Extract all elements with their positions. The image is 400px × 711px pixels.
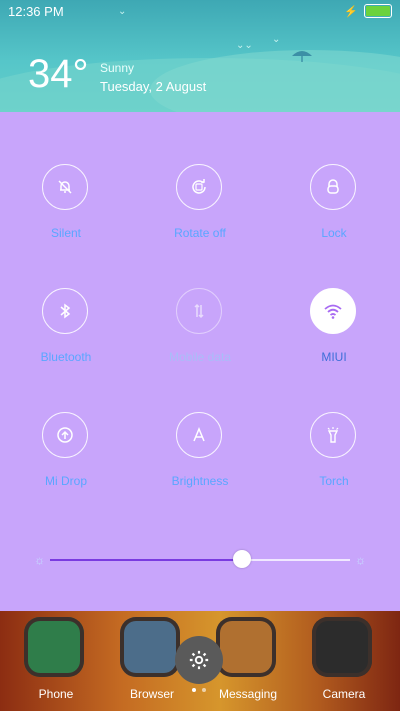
charging-icon: ⚡ bbox=[344, 5, 358, 18]
page-indicator bbox=[192, 688, 206, 692]
status-time: 12:36 PM bbox=[8, 4, 64, 19]
bird-icon: ⌄ bbox=[272, 34, 281, 45]
bird-icon: ⌄⌄ bbox=[236, 40, 253, 51]
app-label: Phone bbox=[38, 687, 74, 701]
temperature: 34° bbox=[28, 52, 89, 96]
camera-icon bbox=[312, 617, 372, 677]
app-label: Browser bbox=[129, 687, 174, 701]
bluetooth-icon bbox=[42, 288, 88, 334]
toggle-label: Torch bbox=[319, 474, 349, 488]
toggle-silent[interactable]: Silent bbox=[6, 164, 126, 260]
wifi-icon bbox=[310, 288, 356, 334]
toggle-rotate[interactable]: Rotate off bbox=[140, 164, 260, 260]
umbrella-icon bbox=[292, 51, 312, 62]
browser-icon bbox=[120, 617, 180, 677]
settings-button[interactable] bbox=[175, 636, 223, 684]
page-dot bbox=[202, 688, 206, 692]
rotate-icon bbox=[176, 164, 222, 210]
gear-icon bbox=[189, 650, 209, 670]
lock-icon bbox=[310, 164, 356, 210]
weather-condition: Sunny bbox=[100, 61, 135, 75]
phone-icon bbox=[24, 617, 84, 677]
toggle-brightness[interactable]: Brightness bbox=[140, 412, 260, 508]
messaging-icon bbox=[216, 617, 276, 677]
slider-thumb[interactable] bbox=[233, 550, 251, 568]
toggle-label: Brightness bbox=[171, 474, 229, 488]
brightness-high-icon: ☼ bbox=[355, 553, 366, 567]
toggle-mobile-data[interactable]: Mobile data bbox=[140, 288, 260, 384]
toggle-label: Silent bbox=[50, 226, 82, 240]
page-dot bbox=[192, 688, 196, 692]
toggle-lock[interactable]: Lock bbox=[274, 164, 394, 260]
bell-off-icon bbox=[42, 164, 88, 210]
toggle-label: Lock bbox=[321, 226, 347, 240]
toggle-wifi[interactable]: MIUI bbox=[274, 288, 394, 384]
app-label: Camera bbox=[322, 687, 366, 701]
toggle-label: MIUI bbox=[321, 350, 347, 364]
date: Tuesday, 2 August bbox=[100, 79, 207, 94]
toggle-mi-drop[interactable]: Mi Drop bbox=[6, 412, 126, 508]
toggle-label: Mobile data bbox=[168, 350, 232, 364]
app-label: Messaging bbox=[218, 687, 278, 701]
battery-icon bbox=[364, 4, 392, 18]
status-icons: ⚡ bbox=[344, 4, 392, 18]
status-bar: 12:36 PM ⚡ bbox=[0, 0, 400, 22]
brightness-auto-icon bbox=[176, 412, 222, 458]
mobile-data-icon bbox=[176, 288, 222, 334]
toggle-torch[interactable]: Torch bbox=[274, 412, 394, 508]
toggle-label: Mi Drop bbox=[44, 474, 87, 488]
slider-fill bbox=[50, 559, 242, 561]
mi-drop-icon bbox=[42, 412, 88, 458]
brightness-low-icon: ☼ bbox=[34, 553, 45, 567]
toggle-label: Rotate off bbox=[174, 226, 226, 240]
toggle-bluetooth[interactable]: Bluetooth bbox=[6, 288, 126, 384]
brightness-slider[interactable]: ☼ ☼ bbox=[30, 548, 370, 572]
torch-icon bbox=[310, 412, 356, 458]
toggle-label: Bluetooth bbox=[40, 350, 92, 364]
